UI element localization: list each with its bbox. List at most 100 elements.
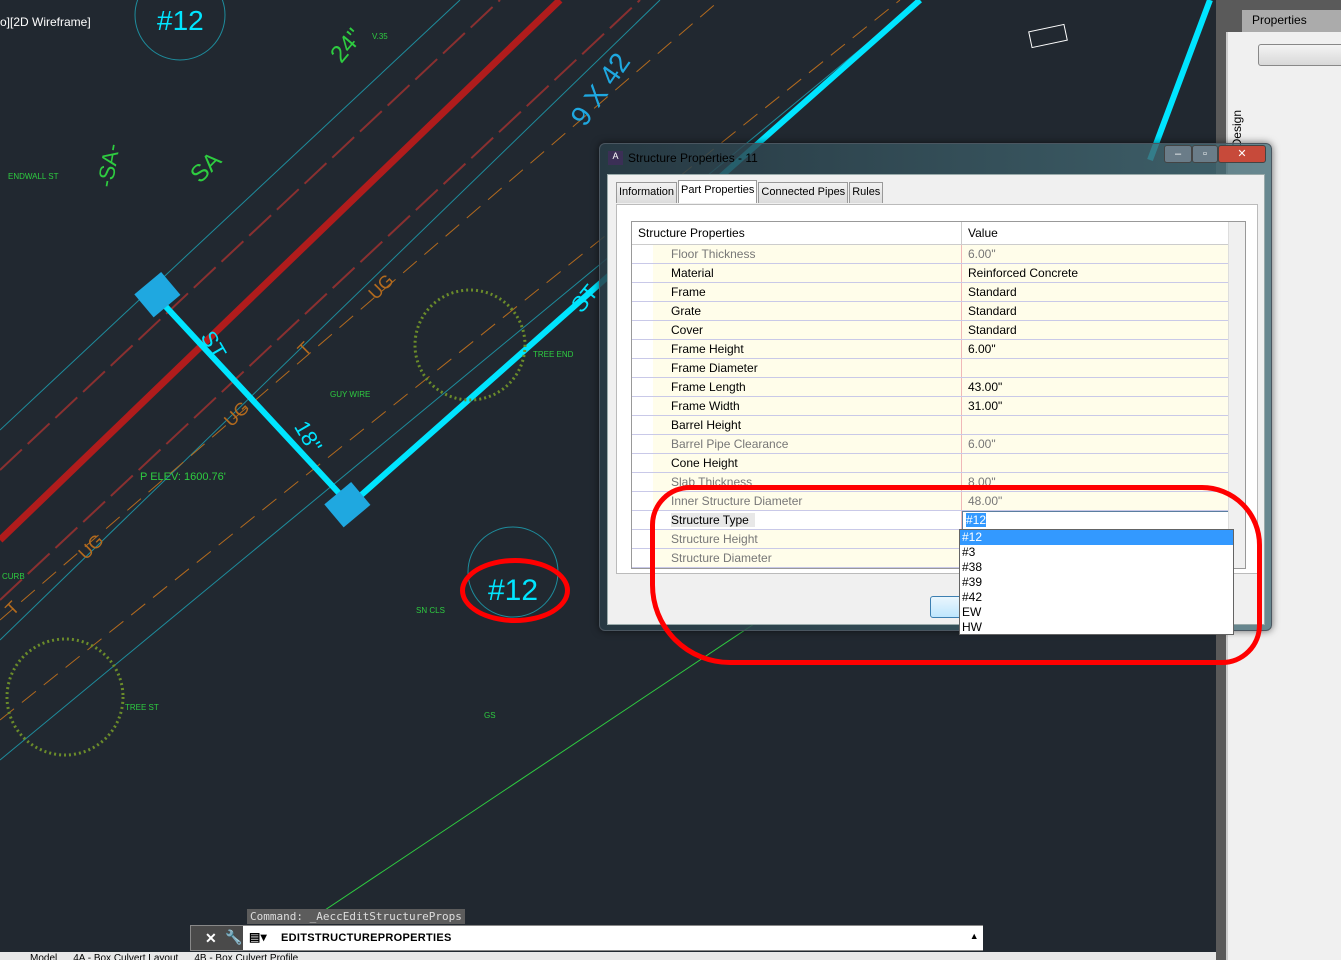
structure-type-combo[interactable]: #12▼ bbox=[962, 511, 1245, 530]
cad-label: GUY WIRE bbox=[330, 390, 370, 399]
property-row[interactable]: Frame Standard bbox=[632, 283, 1245, 302]
property-value[interactable] bbox=[962, 454, 1245, 472]
tab-rules[interactable]: Rules bbox=[849, 182, 884, 203]
minimize-button[interactable]: – bbox=[1164, 145, 1192, 163]
dropdown-option[interactable]: HW bbox=[960, 620, 1233, 635]
property-row[interactable]: Inner Structure Diameter 48.00" bbox=[632, 492, 1245, 511]
property-value[interactable]: 6.00" bbox=[962, 435, 1245, 453]
cad-label: T bbox=[294, 338, 316, 360]
dropdown-option[interactable]: #42 bbox=[960, 590, 1233, 605]
property-row[interactable]: Barrel Pipe Clearance 6.00" bbox=[632, 435, 1245, 454]
tab-model[interactable]: Model bbox=[30, 952, 57, 960]
property-row[interactable]: Barrel Height bbox=[632, 416, 1245, 435]
tab-layout-4b[interactable]: 4B - Box Culvert Profile bbox=[194, 952, 298, 960]
property-name: Barrel Pipe Clearance bbox=[653, 435, 962, 453]
cad-label: #12 bbox=[157, 5, 204, 36]
property-name: Cover bbox=[653, 321, 962, 339]
property-row[interactable]: Structure Type#12▼ bbox=[632, 511, 1245, 530]
cad-label: TREE ST bbox=[125, 703, 159, 712]
design-tab[interactable]: Design bbox=[1230, 110, 1244, 147]
property-value[interactable]: 48.00" bbox=[962, 492, 1245, 510]
property-row[interactable]: Material Reinforced Concrete bbox=[632, 264, 1245, 283]
property-row[interactable]: Frame Height 6.00" bbox=[632, 340, 1245, 359]
cad-label: ENDWALL ST bbox=[8, 172, 59, 181]
cad-label: GS bbox=[484, 711, 496, 720]
maximize-button[interactable]: ▫ bbox=[1192, 145, 1218, 163]
property-name: Structure Height bbox=[653, 530, 962, 548]
property-value[interactable]: Reinforced Concrete bbox=[962, 264, 1245, 282]
property-value[interactable]: 8.00" bbox=[962, 473, 1245, 491]
wrench-icon[interactable]: 🔧 bbox=[225, 929, 242, 946]
property-row[interactable]: Frame Diameter bbox=[632, 359, 1245, 378]
command-icon[interactable]: ▤▾ bbox=[249, 930, 267, 944]
command-text: EDITSTRUCTUREPROPERTIES bbox=[281, 932, 452, 944]
cad-label: 24" bbox=[325, 24, 368, 68]
close-icon[interactable]: ✕ bbox=[205, 930, 217, 947]
cad-label: UG bbox=[364, 270, 397, 303]
property-row[interactable]: Grate Standard bbox=[632, 302, 1245, 321]
cad-label: 18" bbox=[289, 416, 327, 456]
object-select-combo[interactable] bbox=[1258, 44, 1341, 66]
dropdown-option[interactable]: #39 bbox=[960, 575, 1233, 590]
property-name: Structure Type bbox=[653, 511, 962, 529]
dropdown-option[interactable]: #12 bbox=[960, 530, 1233, 545]
property-name: Inner Structure Diameter bbox=[653, 492, 962, 510]
property-value[interactable]: 43.00" bbox=[962, 378, 1245, 396]
command-history: Command: _AeccEditStructureProps bbox=[247, 909, 465, 924]
cad-label: TREE END bbox=[533, 350, 574, 359]
tab-connected-pipes[interactable]: Connected Pipes bbox=[758, 182, 849, 203]
history-arrow-icon[interactable]: ▲ bbox=[970, 931, 979, 941]
property-row[interactable]: Cover Standard bbox=[632, 321, 1245, 340]
properties-grid: Structure Properties Value Floor Thickne… bbox=[631, 221, 1246, 569]
property-value[interactable] bbox=[962, 359, 1245, 377]
tab-information[interactable]: Information bbox=[616, 182, 678, 203]
cad-label: -SA- bbox=[92, 141, 124, 189]
property-name: Frame Diameter bbox=[653, 359, 962, 377]
cad-label: V.35 bbox=[372, 32, 388, 41]
cad-label: CURB bbox=[2, 572, 25, 581]
property-row[interactable]: Slab Thickness 8.00" bbox=[632, 473, 1245, 492]
property-row[interactable]: Frame Length 43.00" bbox=[632, 378, 1245, 397]
cad-label: ST bbox=[196, 326, 232, 363]
tab-layout-4a[interactable]: 4A - Box Culvert Layout bbox=[73, 952, 178, 960]
property-name: Slab Thickness bbox=[653, 473, 962, 491]
property-name: Cone Height bbox=[653, 454, 962, 472]
structure-type-dropdown-list[interactable]: #12 #3 #38 #39 #42 EW HW bbox=[959, 529, 1234, 635]
property-value[interactable]: Standard bbox=[962, 321, 1245, 339]
property-value[interactable]: 31.00" bbox=[962, 397, 1245, 415]
property-name: Frame Length bbox=[653, 378, 962, 396]
property-name: Floor Thickness bbox=[653, 245, 962, 263]
dialog-title: Structure Properties - 11 bbox=[628, 151, 758, 165]
property-row[interactable]: Floor Thickness 6.00" bbox=[632, 245, 1245, 264]
property-row[interactable]: Cone Height bbox=[632, 454, 1245, 473]
cad-label: SA bbox=[185, 147, 227, 189]
tab-part-properties[interactable]: Part Properties bbox=[678, 180, 758, 203]
column-header-property: Structure Properties bbox=[632, 222, 962, 244]
property-value[interactable]: Standard bbox=[962, 283, 1245, 301]
cad-label: SN CLS bbox=[416, 606, 445, 615]
property-name: Frame bbox=[653, 283, 962, 301]
cad-label: UG bbox=[74, 530, 107, 563]
dropdown-option[interactable]: #3 bbox=[960, 545, 1233, 560]
property-value[interactable]: 6.00" bbox=[962, 245, 1245, 263]
command-input[interactable]: ▤▾ EDITSTRUCTUREPROPERTIES ▲ bbox=[243, 926, 983, 950]
grid-scrollbar[interactable] bbox=[1228, 222, 1245, 568]
properties-title[interactable]: Properties bbox=[1242, 10, 1341, 32]
viewport-label[interactable]: o][2D Wireframe] bbox=[0, 15, 91, 29]
dropdown-option[interactable]: #38 bbox=[960, 560, 1233, 575]
column-header-value: Value bbox=[968, 226, 998, 240]
layout-tabs: Model 4A - Box Culvert Layout 4B - Box C… bbox=[0, 952, 1216, 960]
property-value[interactable] bbox=[962, 416, 1245, 434]
property-row[interactable]: Frame Width 31.00" bbox=[632, 397, 1245, 416]
property-value[interactable]: 6.00" bbox=[962, 340, 1245, 358]
structure-label-12: #12 bbox=[488, 574, 538, 607]
property-name: Material bbox=[653, 264, 962, 282]
property-name: Frame Width bbox=[653, 397, 962, 415]
property-name: Frame Height bbox=[653, 340, 962, 358]
dropdown-option[interactable]: EW bbox=[960, 605, 1233, 620]
close-button[interactable]: ✕ bbox=[1218, 145, 1266, 163]
property-value[interactable]: Standard bbox=[962, 302, 1245, 320]
command-line: ✕ 🔧 ▤▾ EDITSTRUCTUREPROPERTIES ▲ bbox=[190, 925, 983, 951]
property-name: Structure Diameter bbox=[653, 549, 962, 567]
property-name: Barrel Height bbox=[653, 416, 962, 434]
